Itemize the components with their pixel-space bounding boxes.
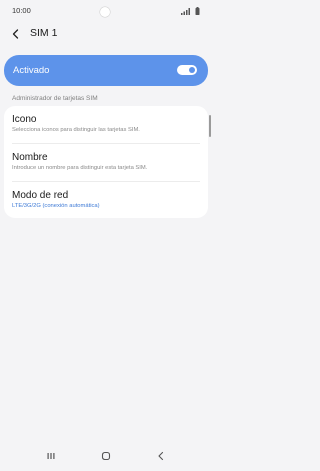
page-title: SIM 1 xyxy=(30,27,58,39)
list-item-nombre[interactable]: Nombre Introduce un nombre para distingu… xyxy=(4,144,208,181)
item-title: Icono xyxy=(12,114,37,125)
status-icons xyxy=(181,7,200,15)
header: SIM 1 xyxy=(0,24,212,44)
list-item-modo-de-red[interactable]: Modo de red LTE/3G/2G (conexión automáti… xyxy=(4,182,208,219)
item-title: Nombre xyxy=(12,152,48,163)
scrollbar[interactable] xyxy=(209,115,211,137)
back-nav-button[interactable] xyxy=(151,451,171,465)
recent-apps-button[interactable] xyxy=(41,451,61,465)
item-title: Modo de red xyxy=(12,190,69,201)
item-subtitle: LTE/3G/2G (conexión automática) xyxy=(12,203,100,209)
toggle-label: Activado xyxy=(13,65,50,76)
navigation-bar xyxy=(0,449,212,471)
home-icon xyxy=(101,451,111,461)
sim-enable-switch[interactable] xyxy=(177,65,197,75)
sim-enable-toggle-row[interactable]: Activado xyxy=(4,55,208,86)
item-subtitle: Selecciona iconos para distinguir las ta… xyxy=(12,127,140,133)
back-arrow-icon[interactable] xyxy=(10,27,22,39)
item-subtitle: Introduce un nombre para distinguir esta… xyxy=(12,165,148,171)
recent-apps-icon xyxy=(47,453,55,459)
battery-icon xyxy=(195,7,200,15)
front-camera xyxy=(100,7,110,17)
back-chevron-icon xyxy=(158,451,164,461)
status-time: 10:00 xyxy=(12,6,31,15)
section-header: Administrador de tarjetas SIM xyxy=(12,95,98,102)
list-item-icono[interactable]: Icono Selecciona iconos para distinguir … xyxy=(4,106,208,143)
switch-thumb xyxy=(189,67,195,73)
sim-settings-list: Icono Selecciona iconos para distinguir … xyxy=(4,106,208,218)
status-bar: 10:00 xyxy=(0,0,212,24)
home-button[interactable] xyxy=(96,451,116,465)
signal-icon xyxy=(181,8,190,15)
